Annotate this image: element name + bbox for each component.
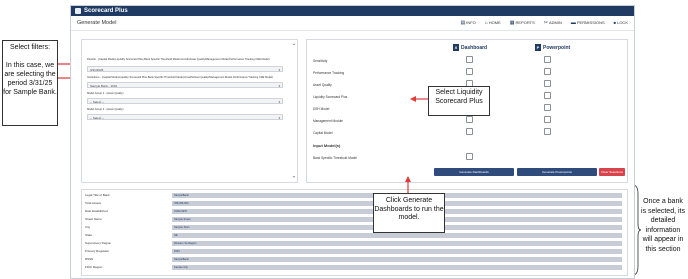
powerpoint-checkbox-capital[interactable] (544, 128, 551, 135)
callout-generate-dashboards: Click Generate Dashboards to run the mod… (373, 193, 445, 233)
top-nav: ▤INFO ⌂HOME ▦REPORTS ✂ADMIN ▬PERMISSIONS… (460, 20, 628, 26)
home-icon: ⌂ (484, 20, 488, 26)
app-logo-icon (75, 8, 81, 14)
nav-info[interactable]: ▤INFO (460, 20, 475, 26)
generate-powerpoints-button[interactable]: Generate Powerpoints (517, 168, 597, 176)
period-select[interactable]: 3/31/2025 ▾ (87, 66, 283, 72)
info-row: State NE (85, 232, 623, 238)
model-label: Liquidity Scorecard Plus (313, 95, 348, 99)
info-row: City Sample Town (85, 224, 623, 230)
powerpoint-checkbox-dsh[interactable] (544, 104, 551, 111)
callout-select-liquidity: Select Liquidity Scorecard Plus (428, 86, 490, 116)
info-row: Supervisory Region Western Sp Region (85, 240, 623, 246)
filter-label-institutions: Institutions - (Capital Model,Liquidity … (87, 76, 274, 79)
institution-select[interactable]: Sample Bank - 1001 ▾ (87, 82, 283, 88)
scroll-down-icon[interactable]: ▾ (293, 174, 296, 179)
info-row: Total Assets 789,456,000 (85, 200, 623, 206)
powerpoint-checkbox-sensitivity[interactable] (544, 56, 551, 63)
filter-label-group2: Model Group 2 - (Asset Quality) (87, 108, 124, 111)
model-label: Capital Model (313, 131, 333, 135)
nav-lock[interactable]: ■LOCK (614, 20, 628, 26)
powerpoint-checkbox-liquidity[interactable] (544, 92, 551, 99)
nav-permissions[interactable]: ▬PERMISSIONS (571, 20, 605, 26)
excel-icon: X (453, 44, 459, 51)
chevron-down-icon: ▾ (278, 116, 280, 120)
info-row: Primary Regulator FDIC (85, 248, 623, 254)
dashboard-checkbox-capital[interactable] (466, 128, 473, 135)
arrow-to-generate-button (405, 176, 411, 194)
model-group2-select[interactable]: -- Select -- ▾ (87, 114, 283, 120)
page-header: Generate Model ▤INFO ⌂HOME ▦REPORTS ✂ADM… (71, 16, 634, 31)
info-row: RSSD SampleBank (85, 256, 623, 262)
document-icon: ▤ (460, 20, 466, 26)
powerpoint-column-header: P Powerpoint (535, 44, 571, 51)
tools-icon: ✂ (543, 20, 548, 26)
filter-label-group1: Model Group 1 - (Asset Quality) (87, 92, 124, 95)
powerpoint-checkbox-performance[interactable] (544, 68, 551, 75)
info-row: Legal Title of Bank SampleBank (85, 192, 623, 198)
chevron-down-icon: ▾ (278, 84, 280, 88)
app-window: Scorecard Plus Generate Model ▤INFO ⌂HOM… (70, 5, 635, 279)
model-label: Management Module (313, 119, 343, 123)
model-label: Sensitivity (313, 59, 328, 63)
callout-details-section: Once a bank is selected, its detailed in… (640, 195, 686, 277)
nav-admin[interactable]: ✂ADMIN (544, 20, 562, 26)
page-title: Generate Model (77, 20, 117, 26)
filters-panel: Periods - (Capital Model,Liquidity Score… (81, 39, 298, 183)
reports-icon: ▦ (509, 20, 515, 26)
dashboard-checkbox-performance[interactable] (466, 68, 473, 75)
bank-details-panel: Legal Title of Bank SampleBank Total Asse… (81, 189, 628, 276)
powerpoint-checkbox-management[interactable] (544, 116, 551, 123)
chevron-down-icon: ▾ (278, 100, 280, 104)
info-row: FDIC Region Kansas City (85, 264, 623, 270)
dashboard-column-header: X Dashboard (453, 44, 488, 51)
powerpoint-checkbox-asset-quality[interactable] (544, 80, 551, 87)
callout-select-filters: Select filters: In this case, we are sel… (2, 40, 58, 126)
arrow-to-liquidity-checkbox (410, 96, 430, 102)
info-row: Date Established 01/01/1970 (85, 208, 623, 214)
model-label: Performance Tracking (313, 71, 345, 75)
title-bar: Scorecard Plus (71, 6, 634, 16)
app-title: Scorecard Plus (84, 8, 128, 14)
generate-dashboards-button[interactable]: Generate Dashboards (434, 168, 514, 176)
input-models-heading: Input Model(s) (313, 143, 341, 148)
model-label: DSH Model (313, 107, 330, 111)
scroll-up-icon[interactable]: ▴ (293, 41, 296, 46)
model-label: Bank Specific Threshold Model (313, 156, 357, 160)
model-group1-select[interactable]: -- Select -- ▾ (87, 98, 283, 104)
dashboard-checkbox-bank-specific[interactable] (466, 153, 473, 160)
nav-reports[interactable]: ▦REPORTS (510, 20, 535, 26)
dashboard-checkbox-sensitivity[interactable] (466, 56, 473, 63)
powerpoint-icon: P (535, 44, 541, 51)
clear-selections-button[interactable]: Clear Selections (599, 168, 625, 176)
lock-icon: ■ (613, 20, 617, 25)
filter-label-periods: Periods - (Capital Model,Liquidity Score… (87, 58, 270, 61)
nav-home[interactable]: ⌂HOME (485, 20, 501, 26)
chevron-down-icon: ▾ (278, 68, 280, 72)
permissions-icon: ▬ (570, 20, 576, 26)
info-row: Street Name Sample Street (85, 216, 623, 222)
model-label: Asset Quality (313, 83, 332, 87)
dashboard-checkbox-management[interactable] (466, 116, 473, 123)
